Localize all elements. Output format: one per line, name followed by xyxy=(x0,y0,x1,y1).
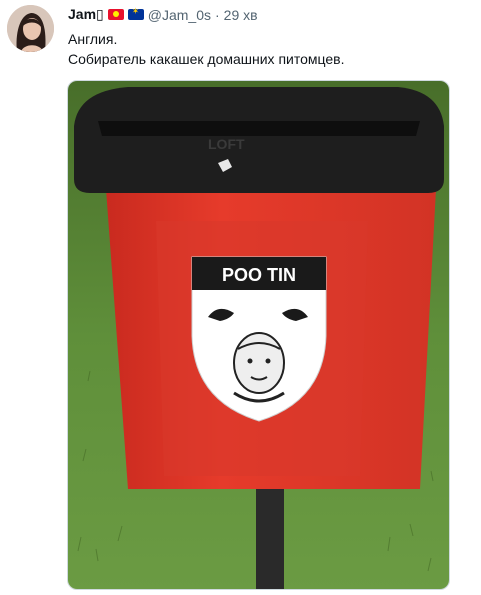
separator-dot: · xyxy=(214,6,220,23)
poo-bin-photo: LOFT POO TIN xyxy=(68,81,449,589)
tweet-text: Англия. Собиратель какашек домашних пито… xyxy=(68,29,344,69)
sticker-text: POO TIN xyxy=(222,265,296,285)
tweet-time[interactable]: 29 хв xyxy=(224,7,258,23)
author-name[interactable]: Jam▯ xyxy=(68,6,104,23)
kyrgyzstan-flag-icon xyxy=(107,9,124,20)
tweet-photo[interactable]: LOFT POO TIN xyxy=(67,80,450,590)
bin-lid xyxy=(74,87,444,193)
bin-post xyxy=(256,486,284,589)
tweet-header: Jam▯ @Jam_0s · 29 хв xyxy=(68,6,258,23)
lid-brand: LOFT xyxy=(208,136,245,152)
avatar-image xyxy=(7,5,54,52)
eu-flag-icon xyxy=(127,6,144,20)
tweet-text-line-1: Англия. xyxy=(68,31,118,47)
avatar[interactable] xyxy=(7,5,54,52)
tweet-text-line-2: Собиратель какашек домашних питомцев. xyxy=(68,51,345,67)
author-handle[interactable]: @Jam_0s xyxy=(148,7,211,23)
